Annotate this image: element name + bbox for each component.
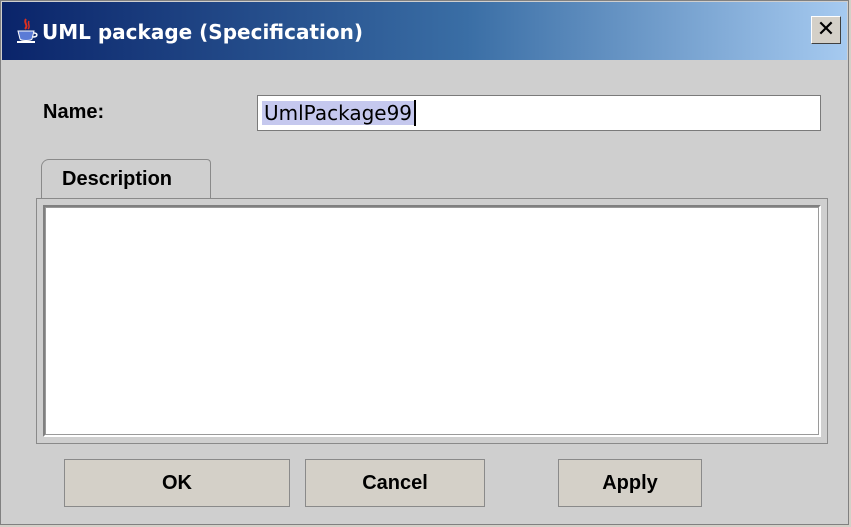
name-field[interactable]: UmlPackage99 <box>257 95 821 131</box>
tab-description-label: Description <box>62 168 173 190</box>
cancel-button[interactable]: Cancel <box>305 459 485 507</box>
uml-package-dialog: UML package (Specification) ✕ Name: UmlP… <box>0 0 849 525</box>
title-bar[interactable]: UML package (Specification) ✕ <box>2 2 847 60</box>
description-tab-panel <box>36 198 828 444</box>
ok-button[interactable]: OK <box>64 459 290 507</box>
name-label: Name: <box>43 101 105 123</box>
java-cup-icon <box>17 18 38 43</box>
tab-description[interactable]: Description <box>41 159 211 199</box>
name-field-value: UmlPackage99 <box>262 101 415 125</box>
apply-button[interactable]: Apply <box>558 459 702 507</box>
close-icon: ✕ <box>816 17 836 42</box>
text-caret <box>414 100 416 126</box>
close-button[interactable]: ✕ <box>811 16 841 44</box>
description-textarea[interactable] <box>43 205 821 437</box>
window-title: UML package (Specification) <box>42 20 364 44</box>
